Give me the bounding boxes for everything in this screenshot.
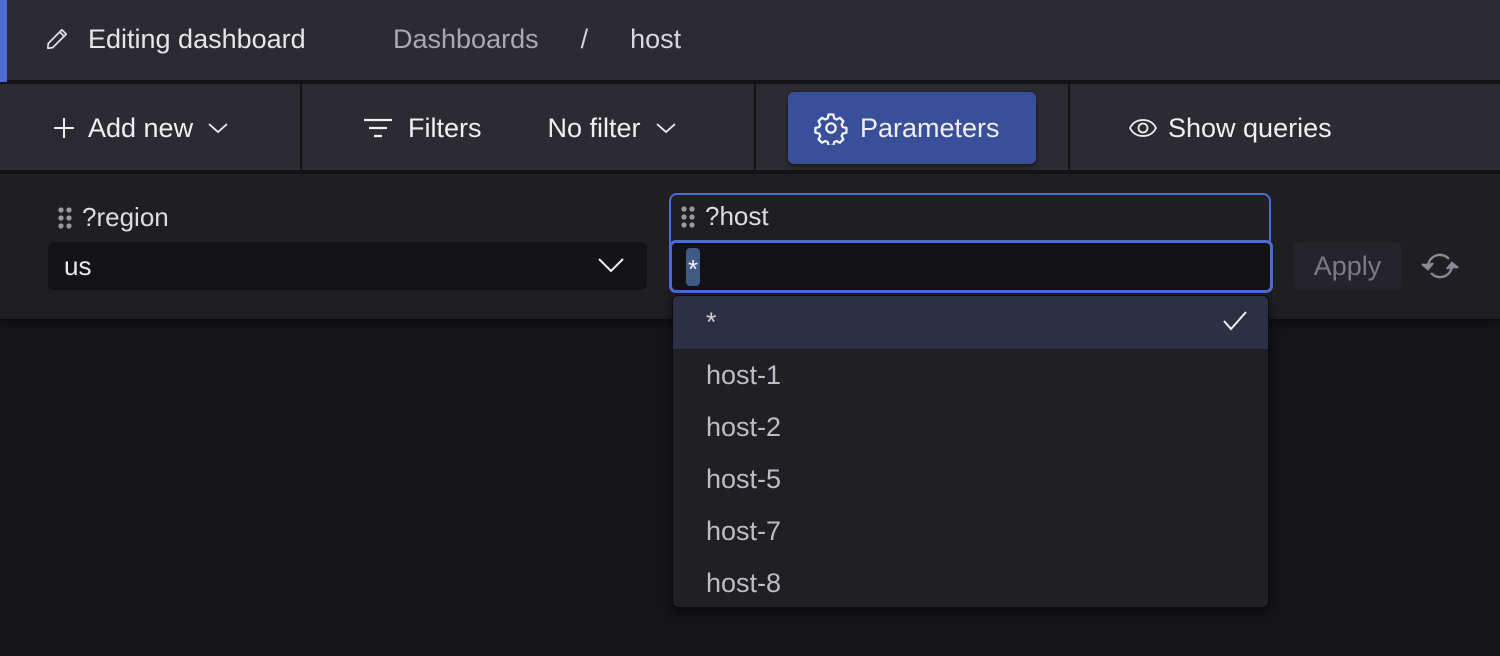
check-icon <box>1223 311 1247 331</box>
parameters-button[interactable]: Parameters <box>788 92 1036 164</box>
filters-button[interactable]: Filters <box>362 113 482 144</box>
host-parameter-label[interactable]: ?host <box>681 201 769 232</box>
dashboard-editor: Editing dashboard Dashboards / host Add … <box>0 0 1500 656</box>
chevron-down-icon <box>598 258 624 273</box>
editing-indicator: Editing dashboard <box>44 0 306 78</box>
host-option-label: * <box>706 307 717 337</box>
add-new-button[interactable]: Add new <box>52 113 229 144</box>
host-option-label: host-1 <box>706 359 782 390</box>
add-new-label: Add new <box>88 112 194 143</box>
host-option[interactable]: host-1 <box>673 349 1268 401</box>
page-mode-title: Editing dashboard <box>88 23 306 54</box>
host-option[interactable]: host-8 <box>673 557 1268 607</box>
region-select-value: us <box>64 250 92 281</box>
host-options-dropdown: * host-1 host-2 host-5 host-7 host-8 <box>672 295 1269 608</box>
drag-handle-icon[interactable] <box>58 206 72 229</box>
plus-icon <box>54 118 74 138</box>
drag-handle-icon[interactable] <box>681 205 695 228</box>
chevron-down-icon <box>208 123 228 134</box>
breadcrumb: Dashboards / host <box>393 0 681 78</box>
accent-strip <box>0 0 7 82</box>
breadcrumb-dashboards[interactable]: Dashboards <box>393 24 539 55</box>
host-option[interactable]: * <box>673 296 1268 349</box>
refresh-icon[interactable] <box>1420 250 1460 282</box>
show-queries-button[interactable]: Show queries <box>1128 113 1332 144</box>
toolbar-queries-section: Show queries <box>1070 84 1500 172</box>
filter-icon <box>364 118 392 138</box>
breadcrumb-current: host <box>630 23 682 54</box>
region-select[interactable]: us <box>48 242 647 290</box>
filter-select-value: No filter <box>547 112 641 143</box>
filter-select[interactable]: No filter <box>548 113 677 144</box>
host-option-label: host-8 <box>706 567 782 598</box>
region-parameter-label[interactable]: ?region <box>58 202 169 233</box>
apply-button[interactable]: Apply <box>1294 242 1401 290</box>
parameters-label: Parameters <box>860 112 1000 143</box>
title-bar: Editing dashboard Dashboards / host <box>0 0 1500 82</box>
host-option[interactable]: host-7 <box>673 505 1268 557</box>
host-option[interactable]: host-2 <box>673 401 1268 453</box>
show-queries-label: Show queries <box>1168 112 1332 143</box>
pencil-icon <box>46 28 68 50</box>
host-option-label: host-7 <box>706 515 782 546</box>
eye-icon <box>1128 119 1158 137</box>
toolbar-add-section: Add new <box>0 84 302 172</box>
host-input[interactable]: * <box>669 240 1273 293</box>
host-label-text: ?host <box>705 201 769 231</box>
toolbar-params-section: Parameters <box>756 84 1070 172</box>
region-label-text: ?region <box>82 202 169 232</box>
host-option-label: host-2 <box>706 411 782 442</box>
filters-label: Filters <box>408 112 482 143</box>
toolbar-filter-section: Filters No filter <box>302 84 756 172</box>
host-input-value: * <box>686 247 701 286</box>
toolbar: Add new Filters No filter Parameters Sho… <box>0 84 1500 172</box>
gear-icon <box>814 113 848 145</box>
host-option[interactable]: host-5 <box>673 453 1268 505</box>
chevron-down-icon <box>655 123 676 134</box>
breadcrumb-separator: / <box>580 23 589 54</box>
host-option-label: host-5 <box>706 463 782 494</box>
